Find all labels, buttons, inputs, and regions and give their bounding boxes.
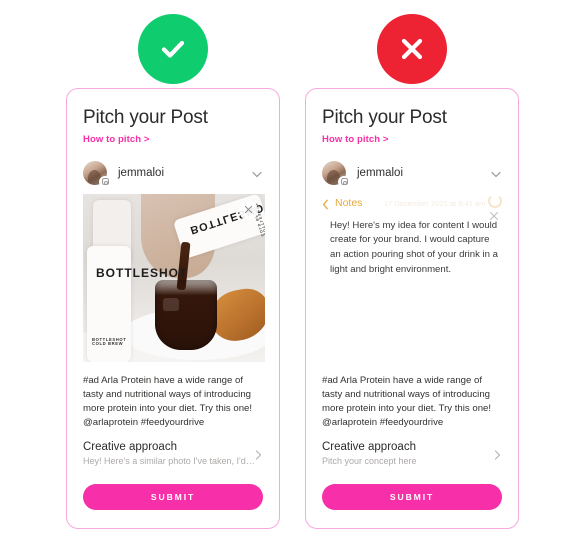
pitch-photo[interactable]: BOTTLESHOT BOTTLESHOT COLD BREW BOTTLESH… (83, 193, 265, 362)
notes-header: Notes 17 December 2021 at 9:41 am (322, 193, 504, 220)
chevron-down-icon[interactable] (251, 167, 263, 179)
creative-approach-subtitle: Hey! Here's a similar photo I've taken, … (83, 456, 254, 466)
page-title: Pitch your Post (83, 107, 208, 128)
notes-label[interactable]: Notes (335, 197, 362, 209)
chevron-right-icon[interactable] (493, 448, 502, 460)
bottle-brand-label-front: BOTTLESHOT (96, 265, 188, 280)
cross-icon (397, 34, 427, 64)
instagram-icon (99, 175, 111, 188)
pitch-caption: #ad Arla Protein have a wide range of ta… (83, 374, 253, 429)
rejected-status-badge (377, 14, 447, 84)
instagram-icon (338, 175, 350, 188)
check-icon (156, 32, 190, 66)
notes-body-text: Hey! Here's my idea for content I would … (330, 219, 498, 275)
account-username: jemmaloi (357, 166, 404, 179)
chevron-left-icon[interactable] (322, 197, 329, 210)
avatar (322, 160, 350, 188)
creative-approach-title: Creative approach (322, 441, 416, 453)
approved-status-badge (138, 14, 208, 84)
avatar (83, 160, 111, 188)
creative-approach-title: Creative approach (83, 441, 177, 453)
how-to-pitch-link[interactable]: How to pitch > (322, 134, 502, 145)
how-to-pitch-link[interactable]: How to pitch > (83, 134, 263, 145)
remove-photo-button[interactable] (239, 200, 258, 220)
creative-approach-row[interactable]: Creative approach Pitch your concept her… (322, 441, 502, 466)
pitch-card-rejected: Pitch your Post How to pitch > jemmaloi (305, 88, 519, 529)
account-selector[interactable]: jemmaloi (83, 160, 263, 188)
notes-panel: Notes 17 December 2021 at 9:41 am Hey! H… (322, 193, 504, 362)
account-selector[interactable]: jemmaloi (322, 160, 502, 188)
page-title: Pitch your Post (322, 107, 447, 128)
chevron-right-icon[interactable] (254, 448, 263, 460)
close-icon (244, 201, 253, 219)
notes-timestamp: 17 December 2021 at 9:41 am (384, 198, 486, 208)
account-username: jemmaloi (118, 166, 165, 179)
chevron-down-icon[interactable] (490, 167, 502, 179)
pitch-comparison-screen: Pitch your Post How to pitch > jemmaloi … (0, 0, 586, 535)
submit-button[interactable]: SUBMIT (322, 484, 502, 510)
submit-button[interactable]: SUBMIT (83, 484, 263, 510)
creative-approach-subtitle: Pitch your concept here (322, 456, 417, 466)
creative-approach-row[interactable]: Creative approach Hey! Here's a similar … (83, 441, 263, 466)
loading-spinner-icon (488, 193, 502, 208)
pitch-card-approved: Pitch your Post How to pitch > jemmaloi … (66, 88, 280, 529)
pitch-caption: #ad Arla Protein have a wide range of ta… (322, 374, 492, 429)
bottle-sub-label-front: BOTTLESHOT COLD BREW (92, 336, 127, 346)
close-icon[interactable] (489, 208, 499, 220)
